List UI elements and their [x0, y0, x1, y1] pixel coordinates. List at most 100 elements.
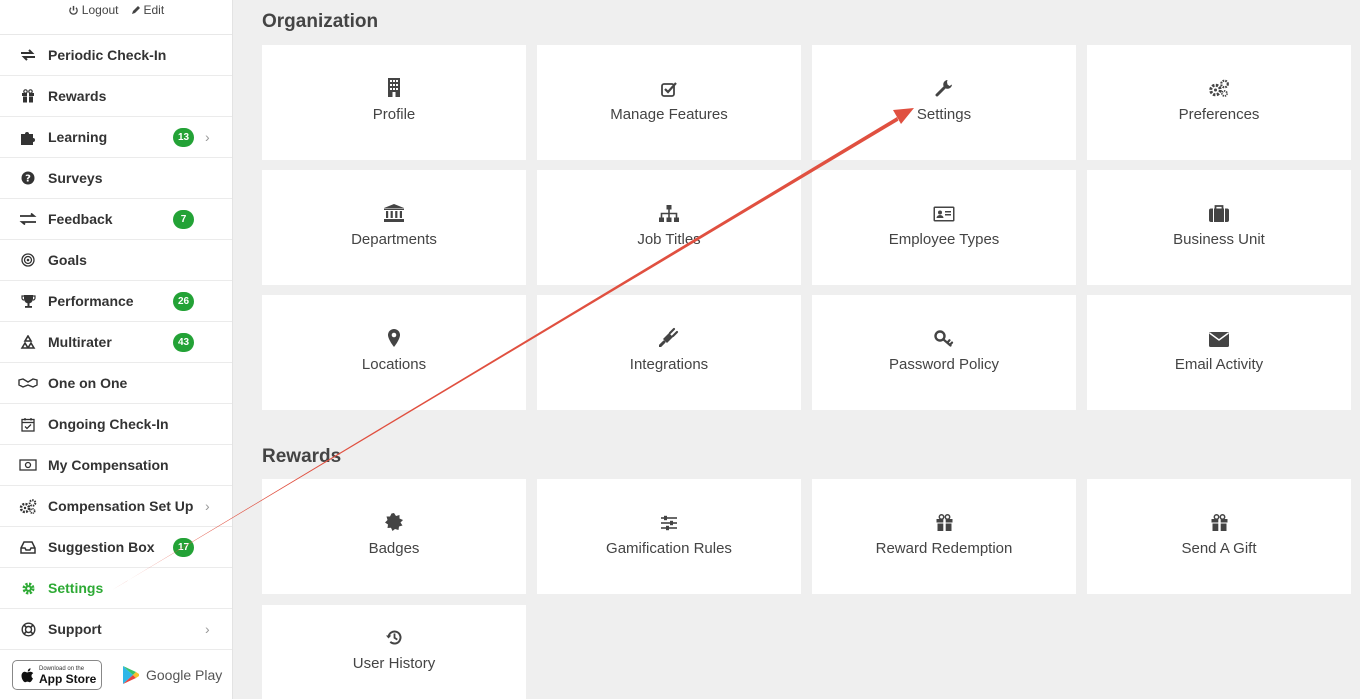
sidebar-item-label: Periodic Check-In — [48, 47, 167, 63]
sidebar-item-label: Learning — [48, 129, 108, 145]
exchange-icon — [18, 211, 38, 227]
tile-locations[interactable]: Locations — [262, 295, 526, 410]
cogs-icon — [18, 498, 38, 514]
sidebar-item-settings[interactable]: Settings — [0, 568, 232, 609]
sliders-icon — [660, 511, 678, 531]
sidebar-item-label: Surveys — [48, 170, 103, 186]
lifebuoy-icon — [18, 621, 38, 637]
google-play-icon — [123, 666, 139, 684]
calendar-check-icon — [18, 416, 38, 432]
multirater-badge: 43 — [173, 333, 194, 352]
tile-label: Send A Gift — [1181, 539, 1257, 557]
gear-icon — [18, 580, 38, 596]
svg-text:?: ? — [25, 174, 31, 185]
app-store-links: Download on the App Store Google Play — [12, 660, 222, 690]
tile-label: Integrations — [629, 355, 709, 373]
organization-section-title: Organization — [262, 11, 379, 32]
institution-icon — [384, 202, 404, 222]
tile-job-titles[interactable]: Job Titles — [537, 170, 801, 285]
tile-label: Badges — [368, 539, 420, 557]
apple-icon — [21, 667, 34, 682]
sidebar-item-rewards[interactable]: Rewards — [0, 76, 232, 117]
sidebar-item-label: One on One — [48, 375, 128, 391]
tile-user-history[interactable]: User History — [262, 605, 526, 699]
sidebar-item-feedback[interactable]: Feedback 7 — [0, 199, 232, 240]
trophy-icon — [18, 293, 38, 309]
tile-label: Manage Features — [610, 105, 728, 123]
logout-link[interactable]: Logout — [68, 3, 119, 17]
tile-settings[interactable]: Settings — [812, 45, 1076, 160]
sidebar-item-surveys[interactable]: ? Surveys — [0, 158, 232, 199]
gift-icon — [18, 88, 38, 104]
power-icon — [68, 5, 78, 15]
money-icon — [18, 457, 38, 473]
sidebar-item-compensation-set-up[interactable]: Compensation Set Up › — [0, 486, 232, 527]
tile-label: Gamification Rules — [606, 539, 732, 557]
tile-email-activity[interactable]: Email Activity — [1087, 295, 1351, 410]
sidebar-item-one-on-one[interactable]: One on One — [0, 363, 232, 404]
tile-label: Business Unit — [1173, 230, 1265, 248]
tile-reward-redemption[interactable]: Reward Redemption — [812, 479, 1076, 594]
sidebar-item-performance[interactable]: Performance 26 — [0, 281, 232, 322]
tile-send-a-gift[interactable]: Send A Gift — [1087, 479, 1351, 594]
sidebar-item-label: Support — [48, 621, 102, 637]
sidebar-item-label: Feedback — [48, 211, 113, 227]
sidebar-item-ongoing-check-in[interactable]: Ongoing Check-In — [0, 404, 232, 445]
tile-label: Departments — [351, 230, 437, 248]
tile-label: Reward Redemption — [875, 539, 1013, 557]
suggestion-box-badge: 17 — [173, 538, 194, 557]
sidebar-item-label: Multirater — [48, 334, 112, 350]
sidebar-item-periodic-check-in[interactable]: Periodic Check-In — [0, 35, 232, 76]
tile-preferences[interactable]: Preferences — [1087, 45, 1351, 160]
handshake-icon — [18, 375, 38, 391]
sidebar-item-support[interactable]: Support › — [0, 609, 232, 650]
tile-business-unit[interactable]: Business Unit — [1087, 170, 1351, 285]
feedback-badge: 7 — [173, 210, 194, 229]
envelope-icon — [1209, 327, 1229, 347]
edit-label: Edit — [143, 3, 165, 17]
tile-profile[interactable]: Profile — [262, 45, 526, 160]
refresh-icon — [18, 47, 38, 63]
sidebar-item-learning[interactable]: Learning 13 › — [0, 117, 232, 158]
sidebar-item-suggestion-box[interactable]: Suggestion Box 17 — [0, 527, 232, 568]
rewards-section-title: Rewards — [262, 446, 342, 467]
tile-integrations[interactable]: Integrations — [537, 295, 801, 410]
map-marker-icon — [388, 327, 400, 347]
sidebar-item-goals[interactable]: Goals — [0, 240, 232, 281]
sidebar-item-label: Suggestion Box — [48, 539, 155, 555]
app-store-button[interactable]: Download on the App Store — [12, 660, 102, 690]
google-play-label: Google Play — [146, 667, 223, 683]
sidebar-item-multirater[interactable]: Multirater 43 — [0, 322, 232, 363]
tile-label: Employee Types — [888, 230, 1000, 248]
edit-link[interactable]: Edit — [131, 3, 165, 17]
sidebar-item-label: Performance — [48, 293, 134, 309]
tile-manage-features[interactable]: Manage Features — [537, 45, 801, 160]
chevron-right-icon: › — [205, 129, 210, 145]
sidebar-item-label: Compensation Set Up — [48, 498, 194, 514]
tile-label: Email Activity — [1174, 355, 1264, 373]
tile-password-policy[interactable]: Password Policy — [812, 295, 1076, 410]
tile-departments[interactable]: Departments — [262, 170, 526, 285]
chevron-right-icon: › — [205, 498, 210, 514]
sidebar-item-my-compensation[interactable]: My Compensation — [0, 445, 232, 486]
sidebar-item-label: Rewards — [48, 88, 107, 104]
tile-employee-types[interactable]: Employee Types — [812, 170, 1076, 285]
chevron-right-icon: › — [205, 621, 210, 637]
google-play-button[interactable]: Google Play — [122, 665, 222, 685]
puzzle-icon — [18, 129, 38, 145]
tile-badges[interactable]: Badges — [262, 479, 526, 594]
sidebar-item-label: My Compensation — [48, 457, 169, 473]
id-card-icon — [933, 202, 955, 222]
question-icon: ? — [18, 170, 38, 186]
tile-gamification-rules[interactable]: Gamification Rules — [537, 479, 801, 594]
logout-label: Logout — [81, 3, 119, 17]
briefcase-icon — [1209, 202, 1229, 222]
performance-badge: 26 — [173, 292, 194, 311]
gift-icon — [936, 511, 953, 531]
history-icon — [385, 626, 403, 646]
target-icon — [18, 252, 38, 268]
tile-label: User History — [352, 655, 436, 672]
sidebar: Logout Edit Periodic Check-In Rewards Le… — [0, 0, 233, 699]
sidebar-item-label: Ongoing Check-In — [48, 416, 169, 432]
tile-label: Preferences — [1178, 105, 1260, 123]
